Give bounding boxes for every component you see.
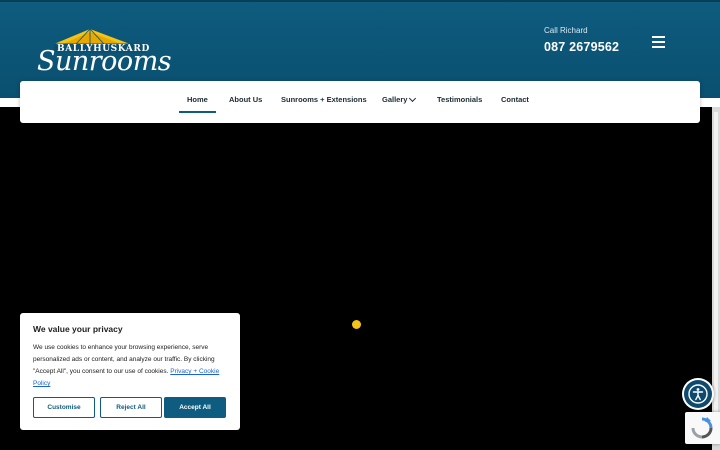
recaptcha-icon xyxy=(691,417,713,439)
nav-about-us[interactable]: About Us xyxy=(229,95,262,104)
nav-testimonials[interactable]: Testimonials xyxy=(437,95,482,104)
cookie-consent-banner: We value your privacy We use cookies to … xyxy=(20,313,240,430)
nav-sunrooms-extensions[interactable]: Sunrooms + Extensions xyxy=(281,95,367,104)
cookie-description: We use cookies to enhance your browsing … xyxy=(33,342,229,390)
nav-contact[interactable]: Contact xyxy=(501,95,529,104)
logo-brand-main: Sunrooms xyxy=(37,46,172,77)
nav-gallery[interactable]: Gallery xyxy=(382,94,417,104)
loading-dot-icon xyxy=(352,320,361,329)
phone-number-link[interactable]: 087 2679562 xyxy=(544,40,619,54)
customise-button[interactable]: Customise xyxy=(33,397,95,418)
nav-gallery-label: Gallery xyxy=(382,95,408,104)
nav-home[interactable]: Home xyxy=(187,95,208,104)
chevron-down-icon xyxy=(409,94,417,103)
hamburger-icon[interactable] xyxy=(652,36,667,48)
main-navigation: Home About Us Sunrooms + Extensions Gall… xyxy=(20,81,700,123)
recaptcha-badge[interactable] xyxy=(685,412,720,444)
accessibility-icon xyxy=(688,384,708,404)
reject-all-button[interactable]: Reject All xyxy=(100,397,162,418)
call-label: Call Richard xyxy=(544,26,588,35)
nav-active-indicator xyxy=(179,111,216,113)
accessibility-button[interactable] xyxy=(684,380,712,408)
accept-all-button[interactable]: Accept All xyxy=(164,397,226,418)
site-logo[interactable]: BALLYHUSKARD Sunrooms xyxy=(34,24,172,77)
top-strip xyxy=(0,0,720,2)
cookie-title: We value your privacy xyxy=(33,324,123,334)
page-scrollbar-thumb[interactable] xyxy=(714,112,718,442)
